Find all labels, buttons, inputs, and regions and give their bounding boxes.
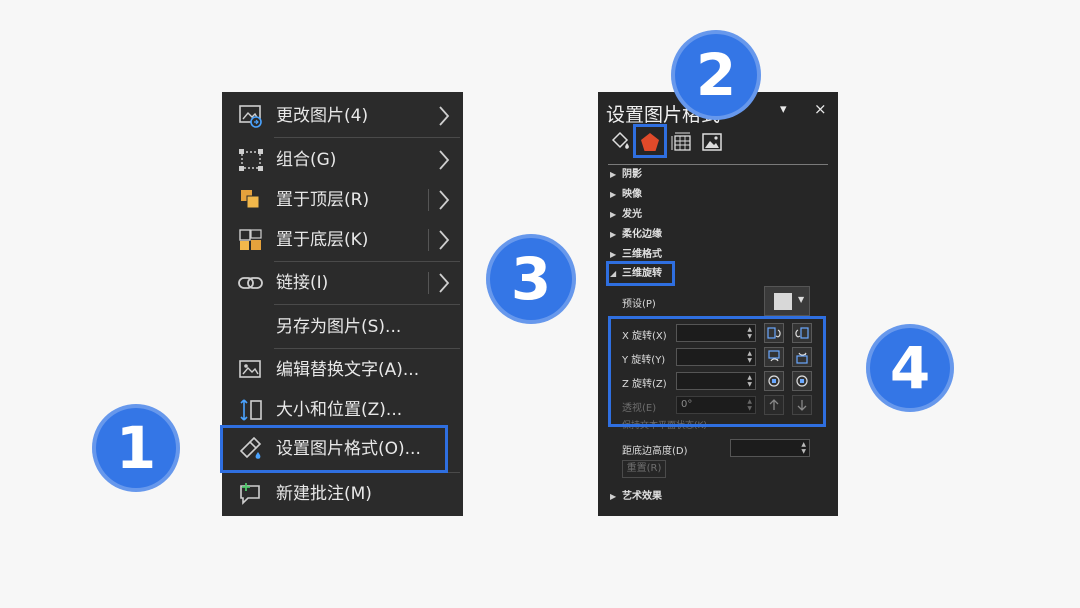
spin-arrows-icon: ▲ ▼ (801, 441, 806, 455)
menu-divider (274, 137, 460, 138)
new-comment-icon (238, 482, 264, 506)
menu-item-label: 组合(G) (276, 150, 337, 170)
menu-item-new-comment[interactable]: 新建批注(M) (222, 474, 463, 514)
submenu-divider (428, 272, 429, 294)
picture-icon[interactable] (700, 130, 724, 154)
menu-item-save-as-picture[interactable]: 另存为图片(S)... (222, 307, 463, 347)
highlight-3d-rotation (606, 261, 675, 286)
menu-item-label: 大小和位置(Z)... (276, 400, 403, 420)
section-soft-edges[interactable]: ▶ 柔化边缘 (610, 227, 662, 243)
menu-divider (274, 261, 460, 262)
menu-item-send-to-back[interactable]: 置于底层(K) (222, 220, 463, 260)
menu-item-label: 置于底层(K) (276, 230, 369, 250)
menu-item-label: 链接(I) (276, 273, 329, 293)
menu-divider (274, 304, 460, 305)
reset-button[interactable]: 重置(R) (622, 460, 666, 478)
callout-2: 2 (671, 30, 761, 120)
callout-4: 4 (866, 324, 954, 412)
chevron-right-icon (437, 228, 451, 252)
size-properties-icon[interactable] (670, 130, 694, 154)
change-picture-icon (238, 104, 264, 128)
menu-item-label: 编辑替换文字(A)... (276, 360, 420, 380)
group-icon (238, 148, 264, 172)
menu-divider (274, 348, 460, 349)
menu-item-label: 新建批注(M) (276, 484, 372, 504)
submenu-divider (428, 229, 429, 251)
highlight-effects-tab (633, 124, 667, 158)
section-shadow[interactable]: ▶ 阴影 (610, 167, 642, 183)
menu-item-group[interactable]: 组合(G) (222, 140, 463, 180)
fill-line-icon[interactable] (608, 130, 632, 154)
menu-item-label: 另存为图片(S)... (276, 317, 402, 337)
callout-1: 1 (92, 404, 180, 492)
send-to-back-icon (238, 228, 264, 252)
pane-options-button[interactable]: ▾ (780, 102, 787, 117)
preset-dropdown[interactable]: ▼ (764, 286, 810, 316)
menu-item-label: 置于顶层(R) (276, 190, 370, 210)
menu-item-bring-to-front[interactable]: 置于顶层(R) (222, 180, 463, 220)
chevron-down-icon: ▼ (798, 295, 805, 304)
bring-to-front-icon (238, 188, 264, 212)
distance-input[interactable]: ▲ ▼ (730, 439, 810, 457)
submenu-divider (428, 189, 429, 211)
preset-label: 预设(P) (622, 299, 656, 310)
chevron-right-icon (437, 188, 451, 212)
section-glow[interactable]: ▶ 发光 (610, 207, 642, 223)
size-position-icon (238, 398, 264, 422)
menu-item-size-position[interactable]: 大小和位置(Z)... (222, 390, 463, 430)
highlight-rotation-controls (608, 316, 826, 427)
chevron-right-icon (437, 104, 451, 128)
section-artistic-effects[interactable]: ▶ 艺术效果 (610, 489, 662, 505)
callout-3: 3 (486, 234, 576, 324)
menu-item-link[interactable]: 链接(I) (222, 263, 463, 303)
menu-item-edit-alt-text[interactable]: 编辑替换文字(A)... (222, 350, 463, 390)
section-reflection[interactable]: ▶ 映像 (610, 187, 642, 203)
preset-swatch (774, 293, 792, 310)
menu-item-change-picture[interactable]: 更改图片(4) (222, 96, 463, 136)
chevron-right-icon (437, 148, 451, 172)
chevron-right-icon (437, 271, 451, 295)
close-button[interactable]: × (814, 100, 827, 118)
link-icon (238, 271, 264, 295)
highlight-format-picture (220, 425, 448, 473)
tab-divider (608, 164, 828, 165)
menu-item-label: 更改图片(4) (276, 106, 369, 126)
alt-text-icon (238, 358, 264, 382)
distance-label: 距底边高度(D) (622, 446, 688, 457)
